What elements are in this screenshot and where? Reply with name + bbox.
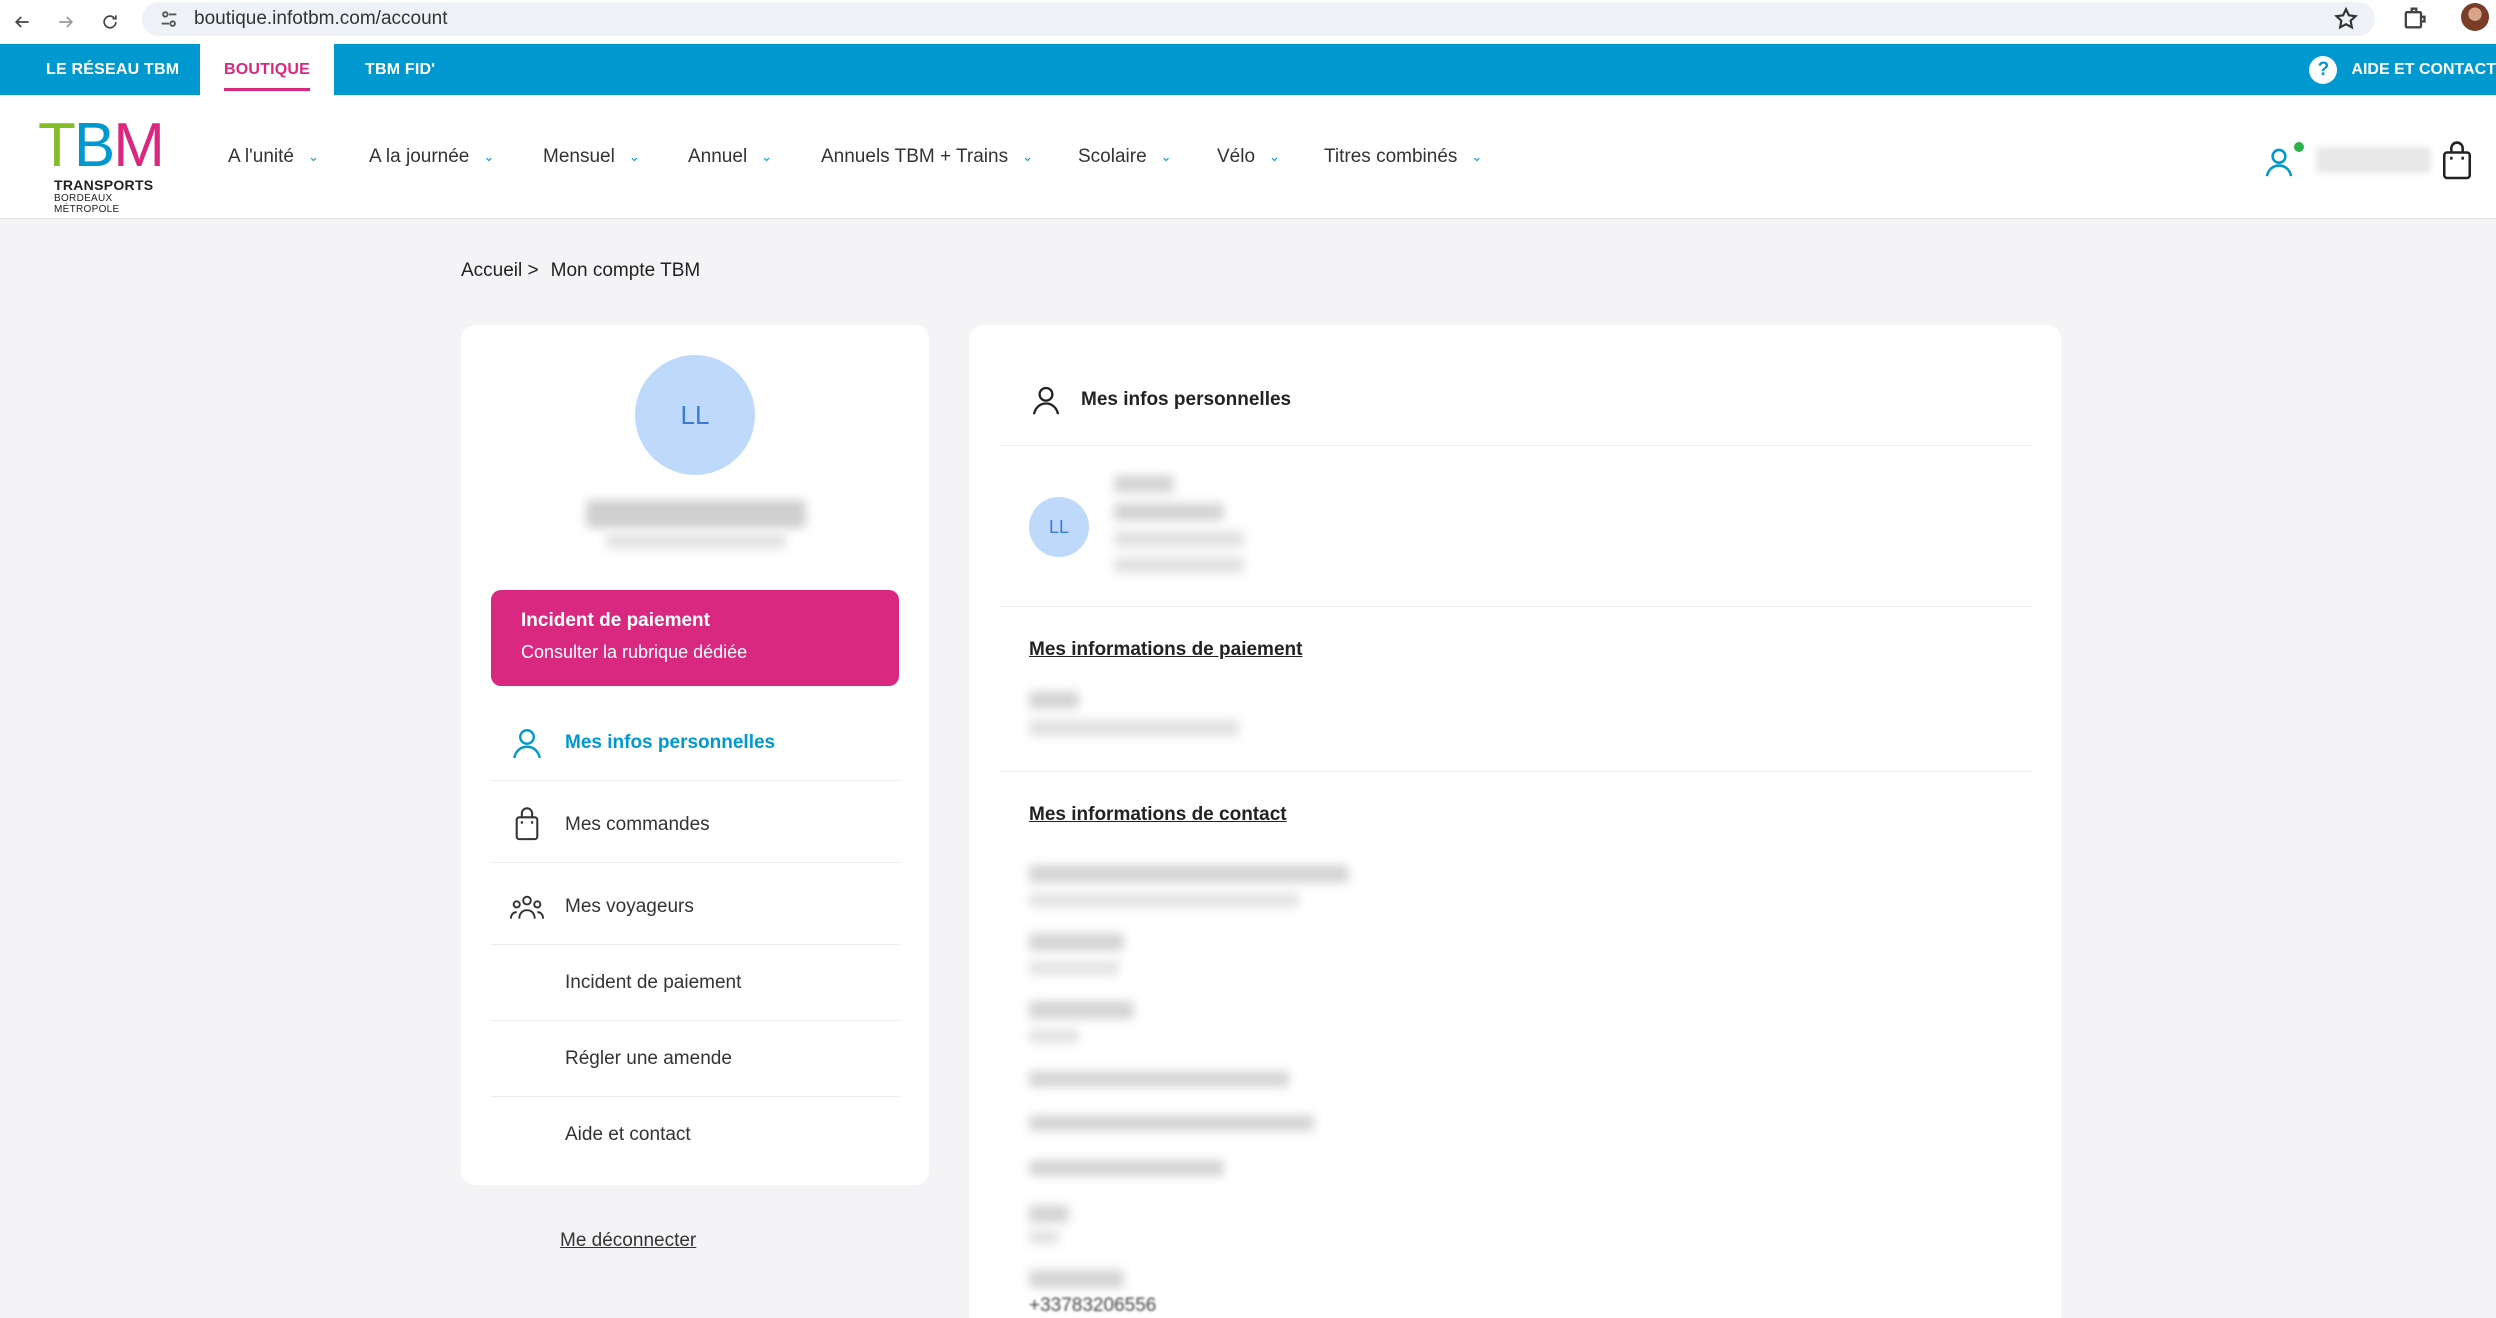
help-label: AIDE ET CONTACT — [2351, 60, 2496, 78]
avatar: LL — [635, 355, 755, 475]
sidebar-item-aide-contact[interactable]: Aide et contact — [491, 1097, 899, 1173]
browser-profile-avatar[interactable] — [2461, 3, 2489, 31]
tab-tbm-fid[interactable]: TBM FID' — [365, 44, 435, 95]
top-network-bar: LE RÉSEAU TBM BOUTIQUE TBM FID' ? AIDE E… — [0, 44, 2496, 95]
user-icon — [1032, 386, 1060, 415]
reload-icon[interactable] — [88, 0, 132, 44]
account-sidebar-card: LL Incident de paiement Consulter la rub… — [461, 325, 929, 1185]
menu-annuels-tbm-trains[interactable]: Annuels TBM + Trains ⌄ — [821, 95, 1033, 219]
redacted-text — [1029, 865, 1349, 883]
sidebar-item-infos-personnelles[interactable]: Mes infos personnelles — [491, 705, 899, 781]
redacted-text — [1029, 720, 1239, 736]
chevron-down-icon: ⌄ — [307, 149, 319, 164]
user-email-redacted — [606, 533, 786, 549]
tab-reseau-tbm[interactable]: LE RÉSEAU TBM — [46, 44, 179, 95]
site-settings-icon[interactable] — [158, 8, 180, 30]
menu-mensuel[interactable]: Mensuel ⌄ — [543, 95, 640, 219]
chevron-down-icon: ⌄ — [1022, 149, 1034, 164]
account-user-icon[interactable] — [2262, 145, 2296, 179]
redacted-text — [1029, 1230, 1059, 1244]
payment-info-title[interactable]: Mes informations de paiement — [1029, 639, 1302, 661]
redacted-text — [1114, 503, 1224, 521]
incident-title: Incident de paiement — [521, 610, 710, 631]
menu-titres-combines[interactable]: Titres combinés ⌄ — [1324, 95, 1482, 219]
redacted-text — [1114, 557, 1244, 573]
cart-bag-icon[interactable] — [2440, 141, 2474, 181]
chevron-down-icon: ⌄ — [1471, 149, 1483, 164]
help-icon: ? — [2309, 55, 2338, 84]
redacted-text — [1029, 1071, 1289, 1087]
breadcrumb-home[interactable]: Accueil > — [461, 260, 539, 281]
back-icon[interactable] — [0, 0, 44, 44]
site-header: TBM TRANSPORTS BORDEAUX MÉTROPOLE A l'un… — [0, 95, 2496, 219]
logout-link[interactable]: Me déconnecter — [560, 1230, 696, 1252]
avatar: LL — [1029, 497, 1089, 557]
sidebar-item-voyageurs[interactable]: Mes voyageurs — [491, 869, 899, 945]
divider — [999, 771, 2031, 772]
bookmark-star-icon[interactable] — [2333, 6, 2359, 32]
menu-scolaire[interactable]: Scolaire ⌄ — [1078, 95, 1172, 219]
divider — [999, 606, 2031, 607]
url-text[interactable]: boutique.infotbm.com/account — [194, 8, 448, 30]
payment-incident-banner[interactable]: Incident de paiement Consulter la rubriq… — [491, 590, 899, 686]
user-name-redacted[interactable] — [2316, 147, 2431, 173]
breadcrumb-current: Mon compte TBM — [550, 260, 701, 281]
redacted-text — [1029, 691, 1079, 709]
tbm-logo[interactable]: TBM TRANSPORTS BORDEAUX MÉTROPOLE — [38, 115, 178, 216]
user-fullname-redacted — [586, 500, 806, 528]
chevron-down-icon: ⌄ — [1269, 149, 1280, 164]
redacted-text — [1114, 475, 1174, 493]
menu-a-la-journee[interactable]: A la journée ⌄ — [369, 95, 494, 219]
redacted-text — [1029, 1001, 1134, 1019]
help-contact-link[interactable]: ? AIDE ET CONTACT — [2309, 44, 2496, 95]
online-status-dot — [2294, 142, 2304, 152]
chevron-down-icon: ⌄ — [628, 149, 640, 164]
incident-subtitle: Consulter la rubrique dédiée — [521, 642, 748, 662]
divider — [999, 445, 2031, 446]
menu-velo[interactable]: Vélo ⌄ — [1217, 95, 1280, 219]
personal-info-panel: Mes infos personnelles LL Mes informatio… — [969, 325, 2061, 1318]
menu-annuel[interactable]: Annuel ⌄ — [688, 95, 772, 219]
phone-number: +33783206556 — [1029, 1295, 1157, 1316]
redacted-text — [1029, 1115, 1314, 1131]
tab-boutique[interactable]: BOUTIQUE — [200, 44, 334, 95]
chevron-down-icon: ⌄ — [483, 149, 495, 164]
logo-line2: BORDEAUX MÉTROPOLE — [54, 193, 120, 215]
redacted-text — [1029, 1270, 1124, 1288]
sidebar-item-regler-amende[interactable]: Régler une amende — [491, 1021, 899, 1097]
redacted-text — [1029, 893, 1299, 907]
redacted-text — [1029, 933, 1124, 951]
redacted-text — [1029, 1029, 1079, 1043]
sidebar-item-incident-paiement[interactable]: Incident de paiement — [491, 945, 899, 1021]
user-icon — [513, 728, 541, 758]
shopping-bag-icon — [515, 806, 539, 840]
panel-header: Mes infos personnelles — [1029, 383, 1291, 417]
redacted-text — [1114, 531, 1244, 547]
menu-a-lunite[interactable]: A l'unité ⌄ — [228, 95, 319, 219]
panel-title: Mes infos personnelles — [1081, 389, 1292, 410]
extensions-icon[interactable] — [2400, 4, 2428, 32]
chevron-down-icon: ⌄ — [1160, 149, 1172, 164]
redacted-text — [1029, 961, 1119, 975]
sidebar-item-commandes[interactable]: Mes commandes — [491, 787, 899, 863]
group-icon — [509, 895, 545, 919]
chevron-down-icon: ⌄ — [761, 149, 773, 164]
forward-icon[interactable] — [44, 0, 88, 44]
redacted-text — [1029, 1160, 1224, 1176]
contact-info-title[interactable]: Mes informations de contact — [1029, 804, 1287, 826]
breadcrumb: Accueil > Mon compte TBM — [461, 260, 712, 282]
address-bar[interactable]: boutique.infotbm.com/account — [142, 2, 2375, 36]
redacted-text — [1029, 1205, 1069, 1223]
